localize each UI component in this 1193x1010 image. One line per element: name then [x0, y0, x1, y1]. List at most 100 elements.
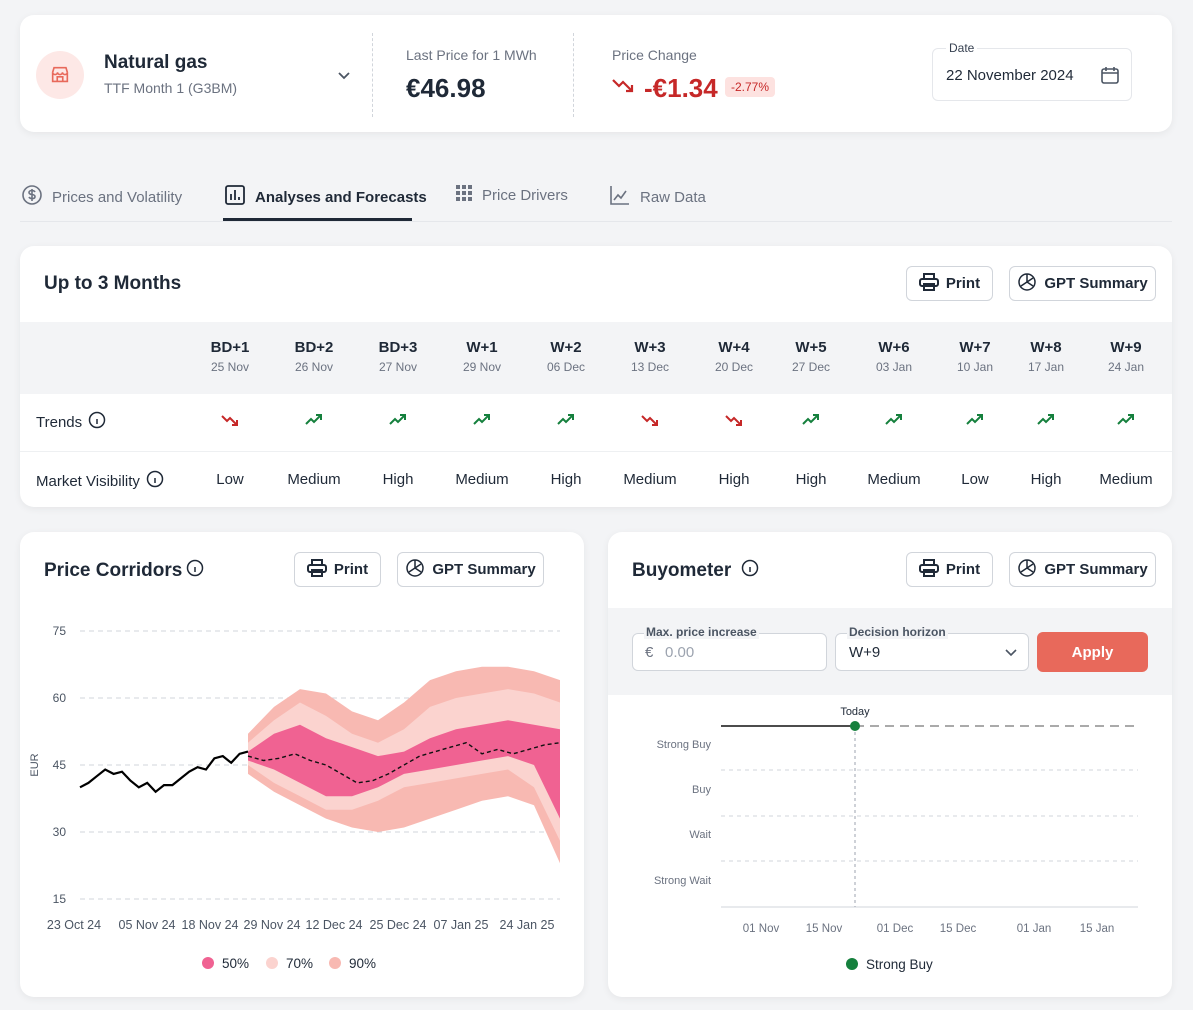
today-label: Today [840, 706, 870, 718]
trend-up-icon [771, 414, 851, 426]
column-header: W+3 13 Dec [610, 339, 690, 374]
bar-chart-icon [224, 184, 246, 210]
column-header: W+8 17 Jan [1006, 339, 1086, 374]
last-price-value: €46.98 [406, 73, 486, 103]
product-header-card: Natural gas TTF Month 1 (G3BM) Last Pric… [20, 15, 1172, 132]
visibility-value: High [382, 471, 414, 488]
info-icon[interactable] [88, 411, 106, 433]
column-date: 25 Nov [210, 360, 250, 374]
trend-up-icon [854, 414, 934, 426]
price-change-badge: -2.77% [725, 77, 776, 97]
today-point [850, 721, 860, 731]
column-date: 06 Dec [546, 360, 586, 374]
column-period: W+7 [959, 339, 991, 356]
column-date: 20 Dec [714, 360, 754, 374]
up-to-3-months-card: Up to 3 Months Print GPT Summary BD+1 25 … [20, 246, 1172, 507]
row-label-text: Trends [36, 413, 83, 431]
product-name: Natural gas [104, 52, 208, 73]
y-category-label: Buy [692, 784, 711, 796]
trends-label: Trends [36, 411, 106, 433]
tab-analyses-forecasts[interactable]: Analyses and Forecasts [224, 184, 427, 210]
price-corridors-card: Price Corridors Print GPT Summary 75 60 45… [20, 532, 584, 997]
product-code: TTF Month 1 (G3BM) [104, 80, 238, 96]
trend-up-icon [358, 414, 438, 426]
price-change-value: -€1.34 [644, 73, 718, 103]
column-period: W+6 [878, 339, 910, 356]
info-icon[interactable] [146, 470, 164, 492]
button-label: Print [945, 275, 981, 292]
trend-down-icon [612, 77, 634, 98]
trend-down-icon [610, 414, 690, 426]
tab-price-drivers[interactable]: Price Drivers [455, 184, 568, 206]
column-date: 27 Nov [378, 360, 418, 374]
visibility-value: Low [216, 471, 244, 488]
trend-down-icon [694, 414, 774, 426]
legend-swatch [846, 958, 858, 970]
tabs-divider [20, 221, 1172, 222]
divider [573, 33, 574, 117]
column-date: 26 Nov [294, 360, 334, 374]
column-header: W+1 29 Nov [442, 339, 522, 374]
x-tick-label: 24 Jan 25 [500, 918, 555, 932]
tab-label: Analyses and Forecasts [255, 188, 427, 206]
row-divider [20, 451, 1172, 452]
column-header: W+6 03 Jan [854, 339, 934, 374]
tab-raw-data[interactable]: Raw Data [609, 184, 706, 210]
x-tick-label: 01 Dec [877, 923, 914, 935]
column-period: W+2 [550, 339, 582, 356]
x-tick-label: 25 Dec 24 [370, 918, 427, 932]
visibility-value: Low [961, 471, 989, 488]
column-period: W+9 [1110, 339, 1142, 356]
visibility-value: Medium [455, 471, 509, 488]
column-date: 10 Jan [956, 360, 994, 374]
chart-line-icon [609, 184, 631, 210]
visibility-value: Medium [1099, 471, 1153, 488]
column-header: BD+3 27 Nov [358, 339, 438, 374]
y-tick-label: 45 [53, 758, 67, 772]
y-category-label: Wait [689, 829, 711, 841]
x-tick-label: 18 Nov 24 [182, 918, 239, 932]
column-period: W+1 [466, 339, 498, 356]
y-category-label: Strong Buy [657, 739, 712, 751]
column-period: W+3 [634, 339, 666, 356]
y-tick-label: 75 [53, 624, 67, 638]
y-tick-label: 30 [53, 825, 67, 839]
y-axis-label: EUR [29, 753, 41, 776]
visibility-value: High [795, 471, 827, 488]
column-period: BD+1 [210, 339, 250, 356]
column-period: W+8 [1030, 339, 1062, 356]
x-tick-label: 23 Oct 24 [47, 918, 101, 932]
trend-up-icon [1086, 414, 1166, 426]
tab-label: Price Drivers [482, 186, 568, 204]
x-tick-label: 15 Nov [806, 923, 843, 935]
legend-swatch [329, 957, 341, 969]
column-header: W+9 24 Jan [1086, 339, 1166, 374]
visibility-value: High [550, 471, 582, 488]
visibility-value: High [1030, 471, 1062, 488]
button-label: GPT Summary [1044, 275, 1148, 292]
row-label-text: Market Visibility [36, 472, 140, 490]
legend-swatch [202, 957, 214, 969]
gpt-summary-button[interactable]: GPT Summary [1009, 266, 1156, 301]
tab-prices-volatility[interactable]: Prices and Volatility [21, 184, 182, 210]
print-button[interactable]: Print [906, 266, 993, 301]
column-header: W+7 10 Jan [935, 339, 1015, 374]
grid-icon [455, 184, 473, 206]
history-line [79, 750, 249, 794]
openai-icon [1017, 272, 1037, 296]
date-label: Date [946, 41, 978, 55]
column-header: W+5 27 Dec [771, 339, 851, 374]
y-category-label: Strong Wait [654, 875, 711, 887]
calendar-icon[interactable] [1100, 65, 1120, 90]
trend-down-icon [190, 414, 270, 426]
date-value[interactable]: 22 November 2024 [946, 67, 1074, 84]
column-date: 24 Jan [1107, 360, 1145, 374]
chevron-down-icon[interactable] [336, 67, 352, 88]
column-date: 29 Nov [462, 360, 502, 374]
column-header: W+4 20 Dec [694, 339, 774, 374]
store-icon [36, 51, 84, 99]
buyometer-chart: Strong Buy Buy Wait Strong Wait Today 01 Nov 1… [654, 706, 1138, 972]
trend-up-icon [442, 414, 522, 426]
column-date: 27 Dec [791, 360, 831, 374]
y-tick-label: 60 [53, 691, 67, 705]
